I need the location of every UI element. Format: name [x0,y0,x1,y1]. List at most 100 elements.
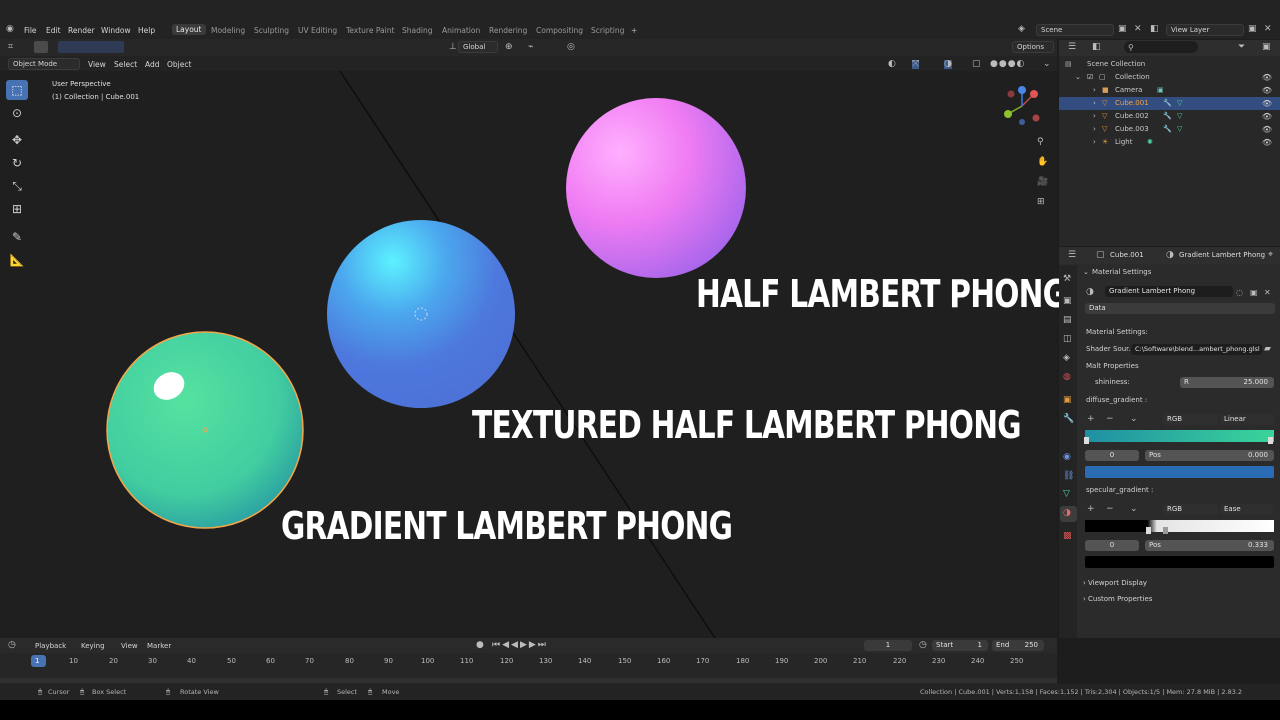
scene-icon[interactable]: ◈ [1018,25,1025,34]
gizmo-icon[interactable]: ⤧ [912,60,920,69]
outliner-row-cube-003[interactable]: › ▽ Cube.003 🔧 ▽ 👁 [1059,123,1280,136]
timeline-menu-marker[interactable]: Marker [147,642,171,650]
eye-icon[interactable]: 👁 [1262,136,1272,149]
viewport-menu-view[interactable]: View [88,60,106,69]
material-settings-panel-title[interactable]: Material Settings [1092,268,1151,276]
view-layer-tab-icon[interactable]: ◫ [1063,335,1072,344]
eye-icon[interactable]: 👁 [1262,123,1272,136]
annotate-tool-icon[interactable]: ✎ [6,227,28,247]
output-tab-icon[interactable]: ▤ [1063,316,1072,325]
render-tab-icon[interactable]: ▣ [1063,297,1072,306]
shading-options-icon[interactable]: ⌄ [1043,60,1051,69]
tab-sculpting[interactable]: Sculpting [254,26,289,35]
diffuse-interpolation-dropdown[interactable]: Linear [1220,414,1274,425]
shader-source-field[interactable]: C:\Software\blend...ambert_phong.glsl [1131,344,1262,355]
eye-icon[interactable]: 👁 [1262,71,1272,84]
menu-file[interactable]: File [24,26,37,35]
move-tool-icon[interactable]: ✥ [6,130,28,150]
diffuse-ramp-stop-start[interactable] [1084,437,1089,444]
new-collection-icon[interactable]: ▣ [1262,43,1271,52]
transform-orientation-dropdown[interactable]: Global [458,41,498,53]
pan-hand-icon[interactable]: ✋ [1037,158,1048,167]
properties-editor-icon[interactable]: ☰ [1068,251,1076,260]
camera-view-icon[interactable]: 🎥 [1037,178,1048,187]
fake-user-icon[interactable]: ◌ [1236,288,1243,297]
tab-modeling[interactable]: Modeling [211,26,245,35]
delete-scene-icon[interactable]: ✕ [1134,25,1142,34]
tab-animation[interactable]: Animation [442,26,480,35]
zoom-icon[interactable]: ⚲ [1037,138,1044,147]
menu-help[interactable]: Help [138,26,155,35]
viewport-display-panel[interactable]: › Viewport Display [1083,579,1147,587]
new-view-layer-icon[interactable]: ▣ [1248,25,1257,34]
outliner-row-camera[interactable]: › ■ Camera ▣ 👁 [1059,84,1280,97]
scene-selector[interactable]: Scene [1036,24,1114,36]
specular-stop-index[interactable]: 0 [1085,540,1139,551]
pin-icon[interactable]: ⌖ [1268,251,1273,260]
timeline-menu-view[interactable]: View [121,642,138,650]
duplicate-material-icon[interactable]: ▣ [1250,288,1258,297]
overlays-icon[interactable]: ◑ [944,60,952,69]
specular-ramp-stop-1[interactable] [1146,527,1151,534]
menu-render[interactable]: Render [68,26,95,35]
blender-logo-icon[interactable]: ◉ [6,25,14,34]
stop-menu-icon[interactable]: ⌄ [1130,505,1138,514]
navigation-gizmo[interactable] [998,84,1048,128]
preview-range-icon[interactable]: ◷ [919,641,927,650]
specular-ramp-stop-2[interactable] [1163,527,1168,534]
start-frame-field[interactable]: Start 1 [932,640,988,651]
add-workspace-button[interactable]: + [631,26,637,35]
outliner-row-collection[interactable]: ⌄ ☑ ▢ Collection 👁 [1059,71,1280,84]
data-tab-icon[interactable]: ▽ [1063,490,1070,499]
tool-tab-icon[interactable]: ⚒ [1063,275,1071,284]
transform-tool-icon[interactable]: ⊞ [6,199,28,219]
view-layer-icon[interactable]: ◧ [1150,25,1159,34]
specular-color-mode-dropdown[interactable]: RGB [1163,504,1218,515]
view-layer-selector[interactable]: View Layer [1166,24,1244,36]
select-tool-icon[interactable] [34,41,48,53]
tab-texture-paint[interactable]: Texture Paint [346,26,394,35]
specular-stop-color[interactable] [1085,556,1274,568]
object-tab-icon[interactable]: ▣ [1063,396,1072,405]
tab-scripting[interactable]: Scripting [591,26,624,35]
outliner-search-input[interactable] [1124,41,1198,53]
add-stop-icon[interactable]: + [1087,415,1095,424]
specular-color-ramp[interactable] [1085,520,1274,532]
select-box-tool-icon[interactable]: ⬚ [6,80,28,100]
texture-tab-icon[interactable]: ▩ [1063,532,1072,541]
editor-type-icon[interactable]: ⌗ [8,43,13,52]
timeline-editor-icon[interactable]: ◷ [8,641,16,650]
select-mode-buttons[interactable] [58,41,124,53]
tab-shading[interactable]: Shading [402,26,432,35]
eye-icon[interactable]: 👁 [1262,97,1272,110]
eye-icon[interactable]: 👁 [1262,110,1272,123]
shininess-field[interactable]: R 25.000 [1180,377,1274,388]
material-slot-icon[interactable]: ◑ [1086,288,1094,297]
display-mode-icon[interactable]: ◧ [1092,43,1101,52]
world-tab-icon[interactable]: ◍ [1063,373,1071,382]
diffuse-stop-index[interactable]: 0 [1085,450,1139,461]
viewport-menu-select[interactable]: Select [114,60,137,69]
diffuse-stop-color[interactable] [1085,466,1274,478]
outliner-row-cube-001[interactable]: › ▽ Cube.001 🔧 ▽ 👁 [1059,97,1280,110]
panel-collapse-icon[interactable]: ⌄ [1083,268,1089,276]
outliner-row-light[interactable]: › ☀ Light ✺ 👁 [1059,136,1280,149]
scale-tool-icon[interactable]: ⤡ [6,176,28,196]
material-tab-icon[interactable]: ◑ [1063,509,1071,518]
menu-window[interactable]: Window [101,26,131,35]
half-lambert-sphere[interactable] [566,98,746,278]
timeline-scrollbar[interactable] [0,678,1057,683]
specular-interpolation-dropdown[interactable]: Ease [1220,504,1274,515]
menu-edit[interactable]: Edit [46,26,61,35]
tab-layout[interactable]: Layout [172,24,206,35]
tab-compositing[interactable]: Compositing [536,26,583,35]
tab-uv-editing[interactable]: UV Editing [298,26,337,35]
visibility-icon[interactable]: ◐ [888,60,896,69]
viewport-menu-add[interactable]: Add [145,60,160,69]
tab-rendering[interactable]: Rendering [489,26,527,35]
add-stop-icon[interactable]: + [1087,505,1095,514]
snap-icon[interactable]: ⌁ [528,43,533,52]
filter-icon[interactable]: ⏷ [1238,43,1245,52]
record-icon[interactable]: ● [476,641,484,650]
data-dropdown[interactable]: Data [1085,303,1275,314]
